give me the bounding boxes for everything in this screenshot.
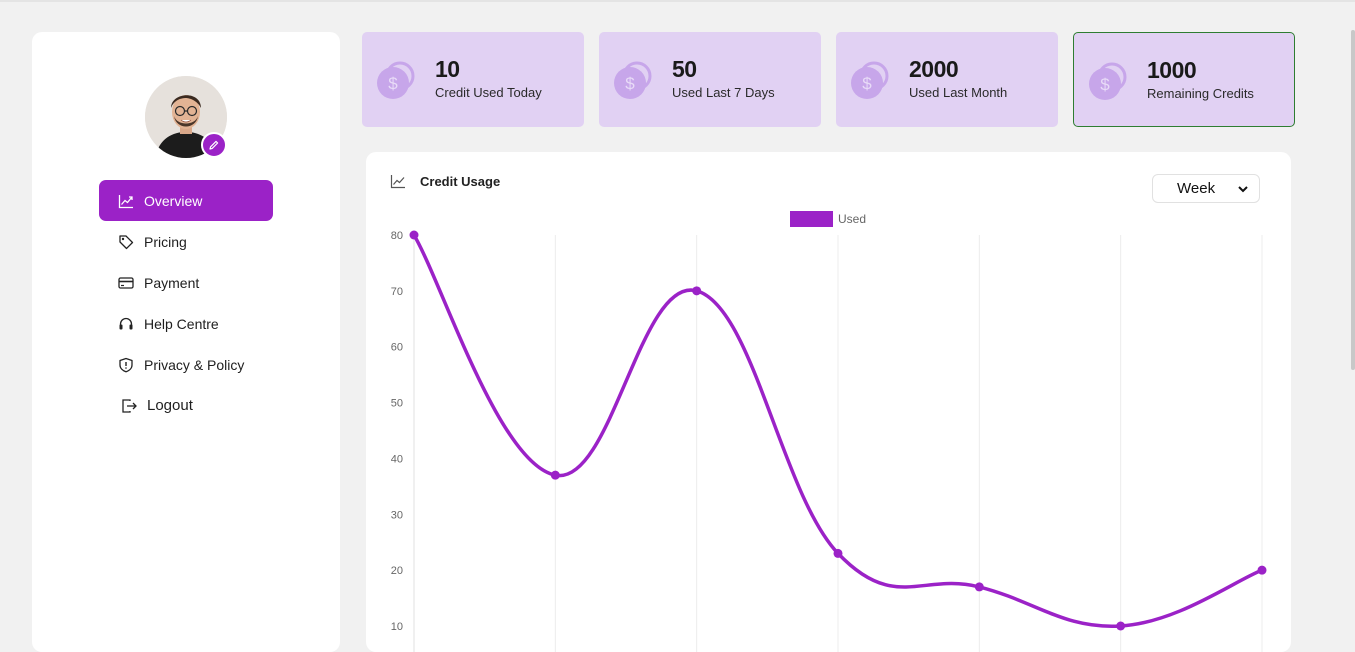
sidebar-item-logout[interactable]: Logout	[99, 385, 273, 426]
sidebar: Overview Pricing Payment Help Centre Pri…	[32, 32, 340, 652]
data-point	[550, 470, 560, 480]
stat-card-last-month: $ 2000 Used Last Month	[836, 32, 1058, 127]
sidebar-item-label: Overview	[144, 192, 203, 209]
top-border	[0, 0, 1355, 2]
y-tick-label: 50	[391, 398, 403, 410]
y-tick-label: 60	[391, 342, 403, 354]
svg-text:$: $	[1100, 75, 1110, 94]
data-point	[833, 548, 843, 558]
stat-label: Used Last Month	[909, 85, 1008, 100]
sidebar-item-label: Privacy & Policy	[144, 356, 245, 373]
y-tick-label: 70	[391, 286, 403, 298]
credit-usage-chart: 80 70 60 50 40 30 20 10	[391, 230, 1267, 652]
credit-card-icon	[118, 275, 134, 291]
data-point	[1257, 565, 1267, 575]
profile-avatar-container	[145, 76, 227, 158]
coin-icon: $	[614, 61, 652, 99]
credit-usage-panel: Credit Usage Week Used 80 70 60 50 40 30 20 10	[366, 152, 1291, 652]
data-point	[974, 582, 984, 592]
stat-value: 1000	[1147, 57, 1197, 83]
sidebar-item-privacy-policy[interactable]: Privacy & Policy	[99, 344, 273, 385]
sidebar-item-pricing[interactable]: Pricing	[99, 221, 273, 262]
shield-icon	[118, 357, 134, 373]
sidebar-item-payment[interactable]: Payment	[99, 262, 273, 303]
y-tick-label: 20	[391, 565, 403, 577]
y-tick-label: 30	[391, 509, 403, 521]
coin-icon: $	[377, 61, 415, 99]
sidebar-item-label: Pricing	[144, 233, 187, 250]
sidebar-item-overview[interactable]: Overview	[99, 180, 273, 221]
stat-value: 2000	[909, 56, 959, 82]
pencil-icon	[209, 140, 219, 150]
stat-card-last-7-days: $ 50 Used Last 7 Days	[599, 32, 821, 127]
stat-label: Credit Used Today	[435, 85, 542, 100]
edit-avatar-button[interactable]	[201, 132, 227, 158]
sidebar-item-help-centre[interactable]: Help Centre	[99, 303, 273, 344]
stat-value: 50	[672, 56, 697, 82]
trend-chart-icon	[118, 193, 134, 209]
stat-value: 10	[435, 56, 460, 82]
svg-text:$: $	[625, 74, 635, 93]
stat-card-today: $ 10 Credit Used Today	[362, 32, 584, 127]
svg-text:$: $	[388, 74, 398, 93]
stat-label: Remaining Credits	[1147, 86, 1254, 101]
y-tick-label: 10	[391, 621, 403, 633]
data-point	[692, 286, 702, 296]
data-point	[1116, 621, 1126, 631]
sidebar-item-label: Payment	[144, 274, 200, 291]
sidebar-nav: Overview Pricing Payment Help Centre Pri…	[99, 180, 273, 426]
sidebar-item-label: Logout	[147, 397, 193, 414]
stat-label: Used Last 7 Days	[672, 85, 775, 100]
headset-icon	[118, 316, 134, 332]
coin-icon: $	[1089, 62, 1127, 100]
sidebar-item-label: Help Centre	[144, 315, 219, 332]
data-point	[409, 230, 419, 240]
coin-icon: $	[851, 61, 889, 99]
page-scrollbar[interactable]	[1351, 30, 1355, 370]
y-tick-label: 80	[391, 230, 403, 242]
svg-text:$: $	[862, 74, 872, 93]
stat-card-remaining: $ 1000 Remaining Credits	[1073, 32, 1295, 127]
logout-icon	[121, 398, 137, 414]
y-tick-label: 40	[391, 453, 403, 465]
tag-icon	[118, 234, 134, 250]
